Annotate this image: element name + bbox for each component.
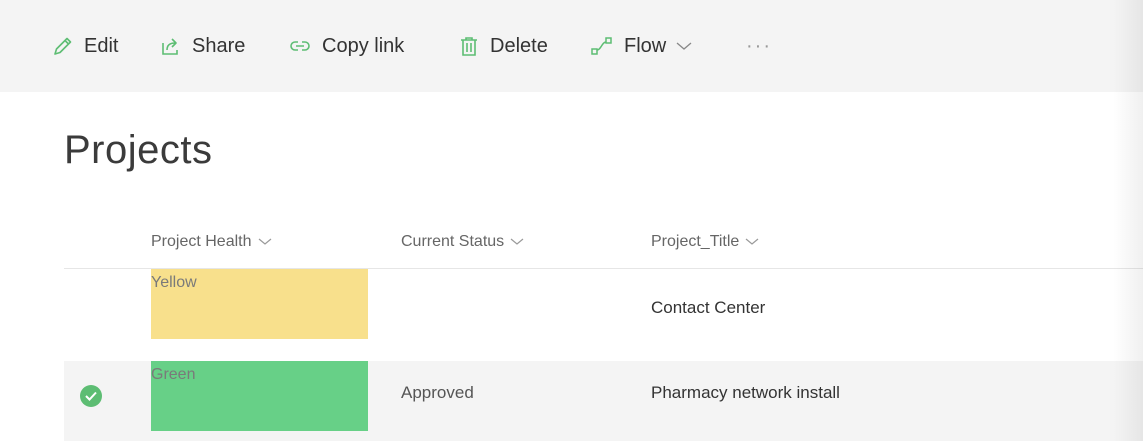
column-header-current-status[interactable]: Current Status: [401, 230, 524, 254]
share-label: Share: [192, 34, 246, 57]
project-health-cell: Green: [151, 361, 368, 431]
flow-label: Flow: [624, 34, 667, 57]
project-title-cell[interactable]: Contact Center: [651, 298, 765, 318]
column-header-project-health[interactable]: Project Health: [151, 230, 272, 254]
more-actions-button[interactable]: ···: [746, 30, 772, 62]
copy-link-label: Copy link: [322, 34, 405, 57]
share-icon: [160, 35, 182, 57]
chevron-down-icon: [510, 233, 524, 251]
current-status-cell: Approved: [401, 383, 474, 402]
flow-icon: [590, 35, 614, 57]
chevron-down-icon: [258, 233, 272, 251]
chevron-down-icon: [676, 41, 692, 51]
flow-button[interactable]: Flow: [590, 30, 692, 62]
column-header-label: Project Health: [151, 233, 252, 250]
copy-link-button[interactable]: Copy link: [288, 30, 404, 62]
table-row[interactable]: Green Approved Pharmacy network install: [64, 361, 1143, 441]
column-header-label: Current Status: [401, 233, 505, 250]
delete-label: Delete: [490, 34, 548, 57]
edit-button[interactable]: Edit: [52, 30, 118, 62]
column-header-project-title[interactable]: Project_Title: [651, 230, 759, 254]
page-title: Projects: [64, 128, 213, 172]
chevron-down-icon: [745, 233, 759, 251]
ellipsis-icon: ···: [746, 34, 772, 57]
trash-icon: [458, 35, 480, 57]
edit-label: Edit: [84, 34, 119, 57]
row-selected-check-icon[interactable]: [80, 385, 102, 407]
column-header-label: Project_Title: [651, 233, 740, 250]
scroll-edge-shadow: [1113, 0, 1143, 441]
table-row[interactable]: Yellow Contact Center: [64, 269, 1143, 361]
share-button[interactable]: Share: [160, 30, 245, 62]
link-icon: [288, 35, 312, 57]
project-health-cell: Yellow: [151, 269, 368, 339]
project-title-cell[interactable]: Pharmacy network install: [651, 383, 840, 403]
command-bar: Edit Share Copy link Delete Flow ···: [0, 0, 1143, 92]
delete-button[interactable]: Delete: [458, 30, 548, 62]
pencil-icon: [52, 35, 74, 57]
sharepoint-list-page: Edit Share Copy link Delete Flow ··· Pro…: [0, 0, 1143, 441]
